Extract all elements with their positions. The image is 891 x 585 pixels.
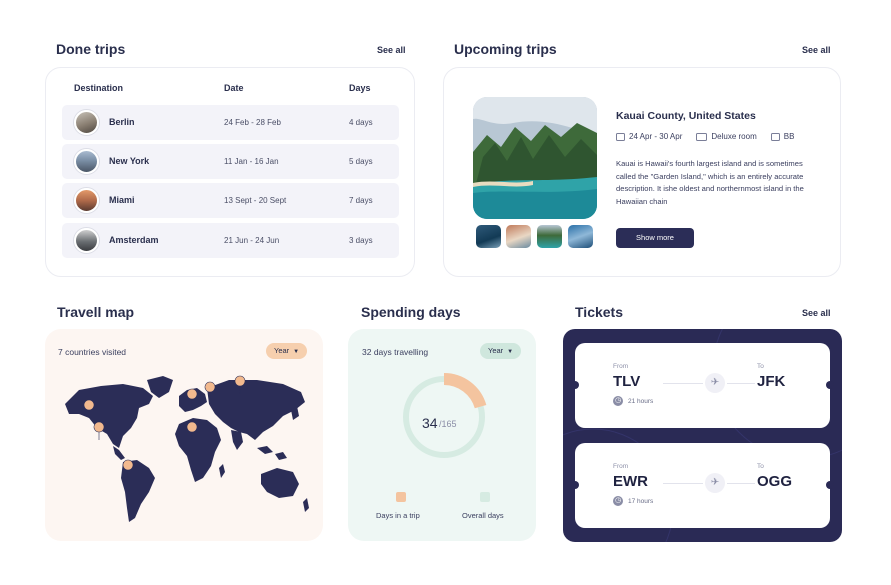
trip-description: Kauai is Hawaii's fourth largest island … [616, 159, 804, 206]
table-row[interactable]: Miami 13 Sept - 20 Sept 7 days [62, 183, 399, 218]
calendar-icon [616, 132, 625, 141]
year-filter-dropdown[interactable]: Year ▼ [480, 343, 522, 359]
year-filter-label: Year [488, 346, 504, 355]
column-header-date: Date [224, 83, 244, 93]
table-row[interactable]: Berlin 24 Feb - 28 Feb 4 days [62, 105, 399, 140]
departure-code: TLV [613, 373, 641, 390]
table-row[interactable]: Amsterdam 21 Jun - 24 Jun 3 days [62, 223, 399, 258]
trip-city: New York [109, 156, 150, 166]
map-pin[interactable] [93, 421, 105, 441]
trip-days: 3 days [349, 236, 373, 245]
done-trips-see-all-link[interactable]: See all [377, 45, 406, 55]
ticket-notch [571, 381, 579, 389]
travel-map-title: Travell map [57, 304, 135, 320]
city-avatar-amsterdam [74, 228, 99, 253]
chevron-down-icon: ▼ [507, 349, 514, 355]
to-label: To [757, 363, 764, 370]
trip-city: Amsterdam [109, 235, 159, 245]
tickets-see-all-link[interactable]: See all [802, 308, 831, 318]
clock-icon: ◷ [613, 396, 623, 406]
trip-city: Miami [109, 195, 135, 205]
year-filter-label: Year [274, 346, 290, 355]
ticket-notch [571, 481, 579, 489]
city-avatar-berlin [74, 110, 99, 135]
trip-dates: 24 Apr - 30 Apr [629, 132, 683, 141]
trip-date: 21 Jun - 24 Jun [224, 236, 280, 245]
spending-days-card: 32 days travelling Year ▼ 34 /165 Days in… [348, 329, 536, 541]
legend-overall-days: Overall days [462, 511, 504, 520]
column-header-destination: Destination [74, 83, 124, 93]
tickets-card: From TLV ✈ To JFK ◷ 21 hours From EWR ✈ … [563, 329, 842, 542]
trip-date: 13 Sept - 20 Sept [224, 196, 287, 205]
city-avatar-miami [74, 188, 99, 213]
upcoming-trips-see-all-link[interactable]: See all [802, 45, 831, 55]
legend-days-in-trip: Days in a trip [376, 511, 420, 520]
spending-donut-chart [403, 373, 487, 458]
days-travelling-label: 32 days travelling [362, 347, 429, 357]
world-map[interactable] [61, 374, 313, 529]
spending-value: 34 [422, 415, 438, 431]
trip-days: 4 days [349, 118, 373, 127]
upcoming-trip-card: Kauai County, United States 24 Apr - 30 … [443, 67, 841, 277]
arrival-code: JFK [757, 373, 786, 390]
ticket-notch [826, 381, 834, 389]
plane-icon: ✈ [705, 373, 725, 393]
ticket[interactable]: From EWR ✈ To OGG ◷ 17 hours [571, 443, 834, 528]
bed-icon [696, 132, 708, 141]
route-line [663, 383, 703, 384]
spending-total: /165 [439, 419, 457, 429]
from-label: From [613, 463, 629, 470]
ticket-notch [826, 481, 834, 489]
tickets-title: Tickets [575, 304, 623, 320]
gallery-thumbnail[interactable] [506, 225, 531, 248]
trip-city: Berlin [109, 117, 135, 127]
trip-days: 5 days [349, 157, 373, 166]
donut-progress-arc [443, 373, 487, 409]
to-label: To [757, 463, 764, 470]
table-row[interactable]: New York 11 Jan - 16 Jan 5 days [62, 144, 399, 179]
trip-date: 11 Jan - 16 Jan [224, 157, 279, 166]
flight-duration: 21 hours [628, 398, 654, 405]
route-line [727, 483, 755, 484]
legend-swatch-overall [480, 492, 490, 502]
city-avatar-new-york [74, 149, 99, 174]
destination-photo[interactable] [473, 97, 597, 219]
trip-days: 7 days [349, 196, 373, 205]
from-label: From [613, 363, 629, 370]
trip-room: Deluxe room [711, 132, 757, 141]
year-filter-dropdown[interactable]: Year ▼ [266, 343, 308, 359]
show-more-button[interactable]: Show more [616, 228, 694, 248]
gallery-thumbnail[interactable] [568, 225, 593, 248]
legend-swatch-trip [396, 492, 406, 502]
meal-icon [770, 132, 780, 141]
arrival-code: OGG [757, 473, 793, 490]
trip-meta: 24 Apr - 30 Apr Deluxe room BB [616, 132, 794, 141]
route-line [663, 483, 703, 484]
upcoming-trips-title: Upcoming trips [454, 41, 557, 57]
gallery-thumbnail[interactable] [537, 225, 562, 248]
trip-board: BB [783, 132, 795, 141]
countries-visited-label: 7 countries visited [58, 347, 127, 357]
trip-date: 24 Feb - 28 Feb [224, 118, 281, 127]
route-line [727, 383, 755, 384]
flight-duration: 17 hours [628, 498, 654, 505]
clock-icon: ◷ [613, 496, 623, 506]
plane-icon: ✈ [705, 473, 725, 493]
ticket[interactable]: From TLV ✈ To JFK ◷ 21 hours [571, 343, 834, 428]
done-trips-card: Destination Date Days Berlin 24 Feb - 28… [45, 67, 415, 277]
trip-destination: Kauai County, United States [616, 110, 756, 122]
column-header-days: Days [349, 83, 371, 93]
travel-map-card: 7 countries visited Year ▼ [45, 329, 323, 541]
gallery-thumbnail[interactable] [476, 225, 501, 248]
done-trips-title: Done trips [56, 41, 126, 57]
departure-code: EWR [613, 473, 648, 490]
chevron-down-icon: ▼ [293, 349, 300, 355]
spending-days-title: Spending days [361, 304, 461, 320]
